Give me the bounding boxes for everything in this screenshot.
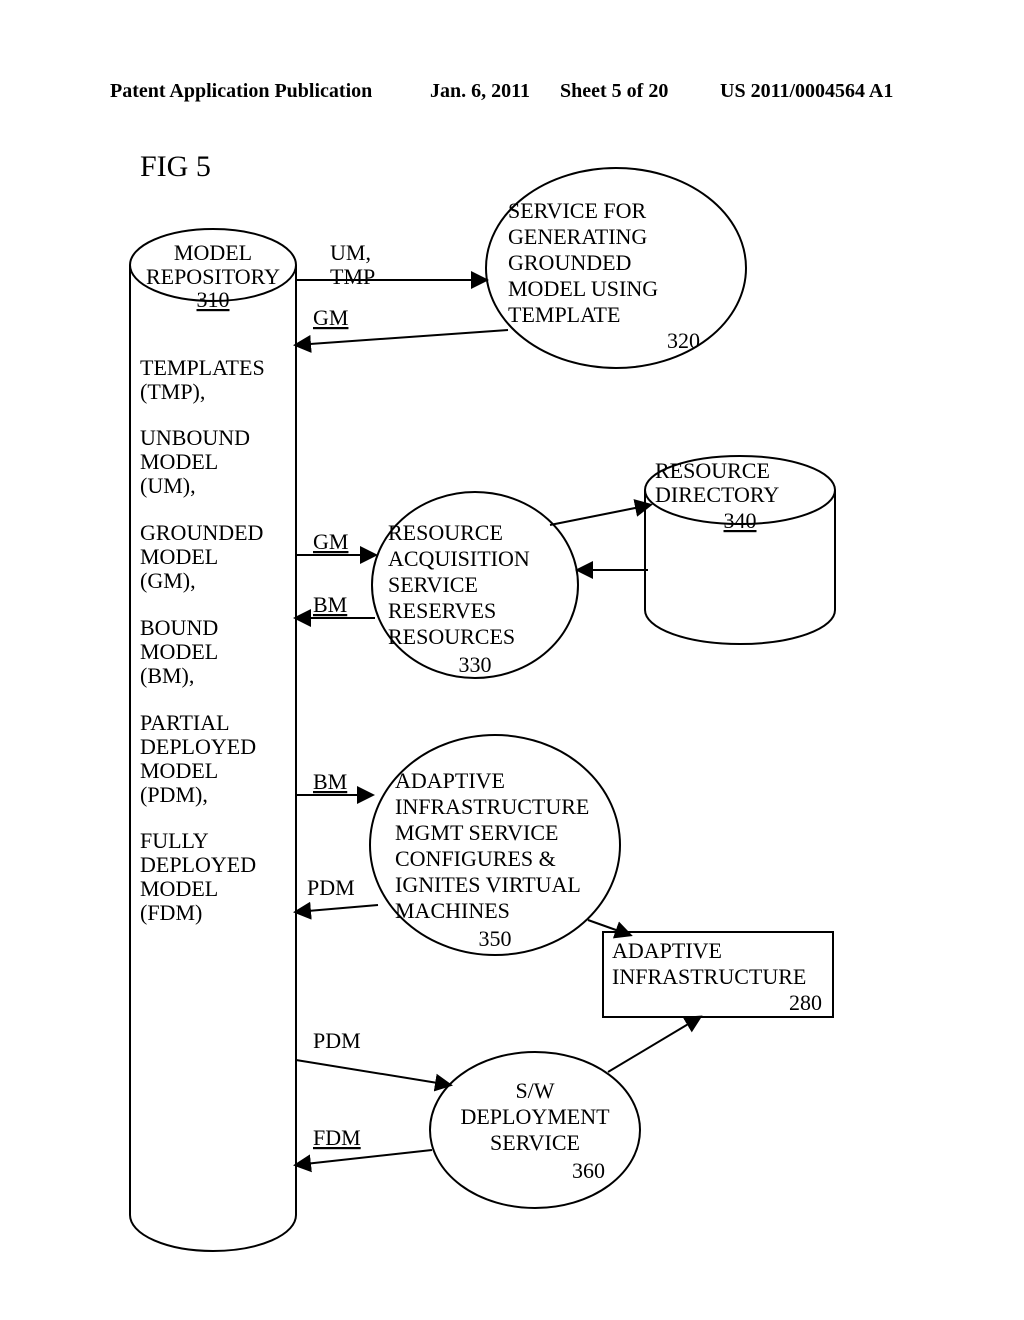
label-gm1: GM <box>313 305 348 330</box>
repo-item-4b: MODEL <box>140 639 218 664</box>
svc330-num: 330 <box>459 652 492 677</box>
service-360-node: S/W DEPLOYMENT SERVICE 360 <box>430 1052 640 1208</box>
repo-item-6a: FULLY <box>140 828 209 853</box>
box280-l1: ADAPTIVE <box>612 938 722 963</box>
dir340-l2: DIRECTORY <box>655 482 779 507</box>
svc350-num: 350 <box>479 926 512 951</box>
repo-item-1b: (TMP), <box>140 379 205 404</box>
svc350-l3: MGMT SERVICE <box>395 820 558 845</box>
repo-item-5b: DEPLOYED <box>140 734 256 759</box>
svc320-num: 320 <box>667 328 700 353</box>
svc350-l4: CONFIGURES & <box>395 846 556 871</box>
repo-item-2c: (UM), <box>140 473 196 498</box>
repo-item-3a: GROUNDED <box>140 520 263 545</box>
arrow-350-to-repo <box>296 905 378 912</box>
dir340-l1: RESOURCE <box>655 458 770 483</box>
label-um: UM, <box>330 240 371 265</box>
arrow-repo-to-360 <box>296 1060 450 1085</box>
repo-item-2a: UNBOUND <box>140 425 250 450</box>
repo-item-2b: MODEL <box>140 449 218 474</box>
svc360-num: 360 <box>572 1158 605 1183</box>
svc320-l1: SERVICE FOR <box>508 198 647 223</box>
label-fdm: FDM <box>313 1125 361 1150</box>
repo-item-4c: (BM), <box>140 663 194 688</box>
repo-item-5a: PARTIAL <box>140 710 230 735</box>
adaptive-infra-box: ADAPTIVE INFRASTRUCTURE 280 <box>603 932 833 1017</box>
arrow-360-to-repo <box>296 1150 432 1165</box>
service-330-node: RESOURCE ACQUISITION SERVICE RESERVES RE… <box>372 492 578 678</box>
svc360-l3: SERVICE <box>490 1130 580 1155</box>
repo-item-6b: DEPLOYED <box>140 852 256 877</box>
repo-item-1a: TEMPLATES <box>140 355 265 380</box>
svc350-l5: IGNITES VIRTUAL <box>395 872 581 897</box>
svc320-l2: GENERATING <box>508 224 647 249</box>
service-350-node: ADAPTIVE INFRASTRUCTURE MGMT SERVICE CON… <box>370 735 620 955</box>
service-320-node: SERVICE FOR GENERATING GROUNDED MODEL US… <box>486 168 746 368</box>
repo-item-5c: MODEL <box>140 758 218 783</box>
svc330-l3: SERVICE <box>388 572 478 597</box>
model-repository-cylinder: MODEL REPOSITORY 310 TEMPLATES (TMP), UN… <box>130 229 296 1251</box>
svc320-l5: TEMPLATE <box>508 302 620 327</box>
label-gm2: GM <box>313 529 348 554</box>
box280-num: 280 <box>789 990 822 1015</box>
label-pdm1: PDM <box>307 875 355 900</box>
svc320-l3: GROUNDED <box>508 250 631 275</box>
svc330-l4: RESERVES <box>388 598 496 623</box>
repo-item-4a: BOUND <box>140 615 218 640</box>
dir340-num: 340 <box>724 508 757 533</box>
resource-directory-cylinder: RESOURCE DIRECTORY 340 <box>645 456 835 644</box>
label-bm2: BM <box>313 769 347 794</box>
repo-item-3b: MODEL <box>140 544 218 569</box>
svc360-l2: DEPLOYMENT <box>460 1104 610 1129</box>
repo-title-2: REPOSITORY <box>146 264 280 289</box>
svc350-l6: MACHINES <box>395 898 510 923</box>
repo-title-1: MODEL <box>174 240 252 265</box>
repo-item-3c: (GM), <box>140 568 196 593</box>
diagram-svg: MODEL REPOSITORY 310 TEMPLATES (TMP), UN… <box>0 0 1024 1320</box>
svc320-l4: MODEL USING <box>508 276 658 301</box>
repo-item-5d: (PDM), <box>140 782 208 807</box>
arrow-330-to-340 <box>550 505 650 525</box>
repo-item-6d: (FDM) <box>140 900 202 925</box>
label-pdm2: PDM <box>313 1028 361 1053</box>
repo-item-6c: MODEL <box>140 876 218 901</box>
label-tmp: TMP <box>330 264 375 289</box>
svc330-l1: RESOURCE <box>388 520 503 545</box>
arrow-360-to-280 <box>608 1017 700 1072</box>
svc350-l1: ADAPTIVE <box>395 768 505 793</box>
arrow-320-to-repo <box>296 330 508 345</box>
box280-l2: INFRASTRUCTURE <box>612 964 806 989</box>
svc360-l1: S/W <box>515 1078 554 1103</box>
svc350-l2: INFRASTRUCTURE <box>395 794 589 819</box>
label-bm1: BM <box>313 592 347 617</box>
svc330-l2: ACQUISITION <box>388 546 530 571</box>
repo-num: 310 <box>197 287 230 312</box>
page: Patent Application Publication Jan. 6, 2… <box>0 0 1024 1320</box>
svc330-l5: RESOURCES <box>388 624 515 649</box>
